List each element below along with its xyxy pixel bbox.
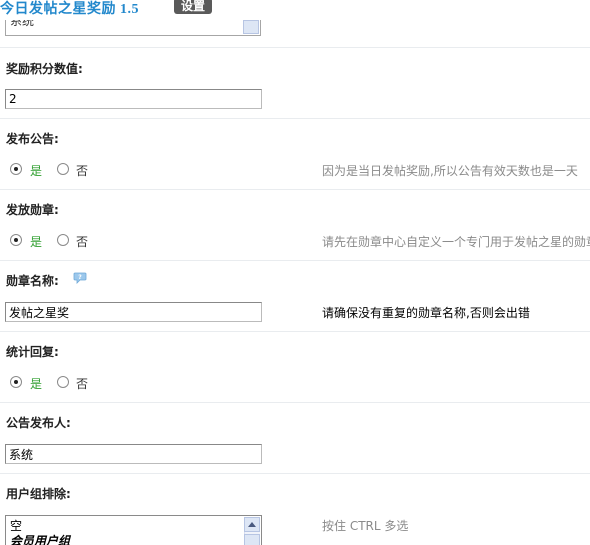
- notice-publisher-input[interactable]: [5, 444, 262, 464]
- row-divider: [0, 473, 590, 474]
- publish-notice-yes-radio[interactable]: [10, 163, 22, 175]
- count-replies-label: 统计回复:: [6, 345, 59, 359]
- row-divider: [0, 260, 590, 261]
- dropdown-arrow-icon[interactable]: [243, 20, 259, 34]
- row-divider: [0, 331, 590, 332]
- row-divider: [0, 47, 590, 48]
- exclude-groups-multiselect[interactable]: 空 会员用户组: [5, 515, 262, 545]
- reward-points-input[interactable]: [5, 89, 262, 109]
- row-divider: [0, 402, 590, 403]
- award-medal-label: 发放勋章:: [6, 203, 59, 217]
- exclude-groups-label: 用户组排除:: [6, 487, 71, 501]
- row-divider: [0, 189, 590, 190]
- exclude-groups-hint: 按住 CTRL 多选: [322, 519, 409, 533]
- publish-notice-label: 发布公告:: [6, 132, 59, 146]
- scrolled-select-value: 系统: [10, 20, 35, 28]
- award-medal-hint: 请先在勋章中心自定义一个专门用于发帖之星的勋章: [322, 235, 590, 249]
- medal-name-input[interactable]: [5, 302, 262, 322]
- count-replies-no-radio[interactable]: [57, 376, 69, 388]
- reward-points-label: 奖励积分数值:: [6, 62, 83, 76]
- settings-tag[interactable]: 设置: [174, 0, 213, 14]
- scrolled-select[interactable]: 系统: [5, 20, 261, 36]
- plugin-header: 今日发帖之星奖励 1.5 设置: [0, 0, 590, 17]
- scroll-down-button[interactable]: [244, 534, 260, 545]
- help-bubble-icon[interactable]: ?: [73, 272, 87, 284]
- row-divider: [0, 118, 590, 119]
- plugin-title: 今日发帖之星奖励 1.5: [0, 2, 139, 17]
- publish-notice-no-radio[interactable]: [57, 163, 69, 175]
- scroll-up-arrow-icon[interactable]: [244, 517, 260, 532]
- award-medal-no-radio[interactable]: [57, 234, 69, 246]
- publish-notice-no-label[interactable]: 否: [76, 162, 88, 179]
- group-option-header: 会员用户组: [10, 534, 71, 545]
- publish-notice-hint: 因为是当日发帖奖励,所以公告有效天数也是一天: [322, 164, 578, 178]
- publish-notice-yes-label[interactable]: 是: [30, 162, 42, 179]
- medal-name-label: 勋章名称:: [6, 274, 59, 288]
- award-medal-no-label[interactable]: 否: [76, 233, 88, 250]
- count-replies-yes-radio[interactable]: [10, 376, 22, 388]
- count-replies-no-label[interactable]: 否: [76, 375, 88, 392]
- medal-name-hint: 请确保没有重复的勋章名称,否则会出错: [322, 306, 530, 320]
- award-medal-yes-radio[interactable]: [10, 234, 22, 246]
- svg-text:?: ?: [78, 274, 82, 281]
- award-medal-yes-label[interactable]: 是: [30, 233, 42, 250]
- count-replies-yes-label[interactable]: 是: [30, 375, 42, 392]
- notice-publisher-label: 公告发布人:: [6, 416, 71, 430]
